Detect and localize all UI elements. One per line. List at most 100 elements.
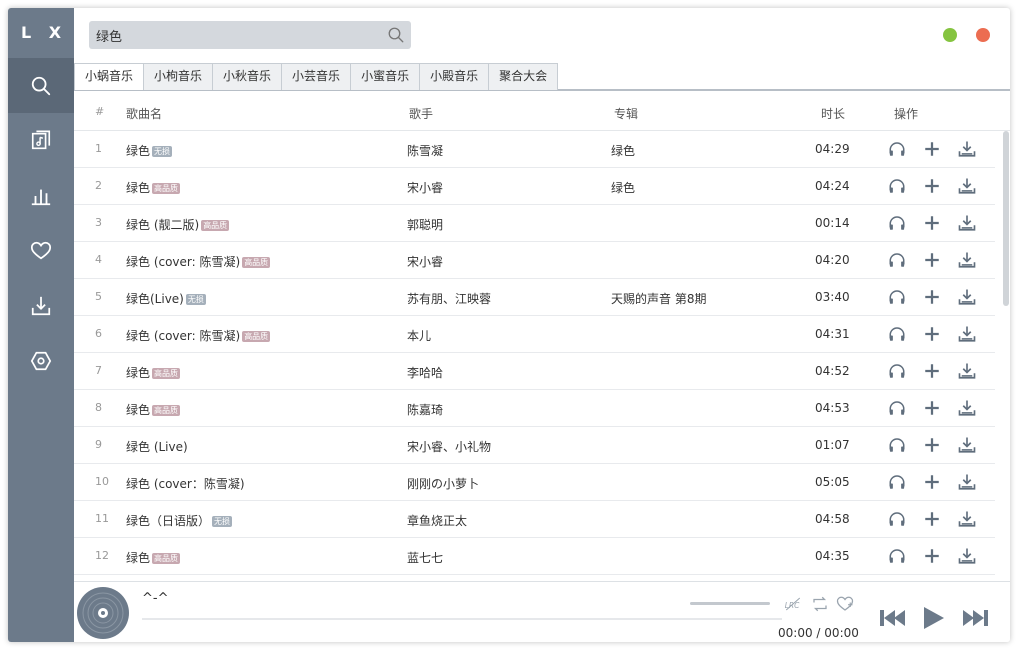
- tab-source-1[interactable]: 小蜗音乐: [74, 63, 145, 90]
- row-index: 11: [95, 512, 109, 525]
- table-row[interactable]: 2 绿色 高品质 宋小睿 绿色 04:24: [74, 168, 995, 205]
- song-duration: 04:58: [815, 512, 850, 526]
- table-row[interactable]: 4 绿色 (cover: 陈雪凝) 高品质 宋小睿 04:20: [74, 242, 995, 279]
- scrollbar-thumb[interactable]: [1003, 131, 1009, 306]
- add-icon[interactable]: [923, 473, 941, 491]
- listen-icon[interactable]: [888, 214, 906, 232]
- song-duration: 05:05: [815, 475, 850, 489]
- tab-source-4[interactable]: 小芸音乐: [281, 63, 352, 90]
- listen-icon[interactable]: [888, 325, 906, 343]
- listen-icon[interactable]: [888, 436, 906, 454]
- sidebar-item-search[interactable]: [8, 58, 74, 113]
- listen-icon[interactable]: [888, 547, 906, 565]
- listen-icon[interactable]: [888, 473, 906, 491]
- table-header: # 歌曲名 歌手 专辑 时长 操作: [74, 93, 1010, 131]
- table-row[interactable]: 6 绿色 (cover: 陈雪凝) 高品质 本儿 04:31: [74, 316, 995, 353]
- add-icon[interactable]: [923, 510, 941, 528]
- row-index: 3: [95, 216, 102, 229]
- sidebar-item-leaderboard[interactable]: [8, 168, 74, 223]
- listen-icon[interactable]: [888, 177, 906, 195]
- song-duration: 03:40: [815, 290, 850, 304]
- album-disc-icon[interactable]: [76, 586, 130, 640]
- add-icon[interactable]: [923, 288, 941, 306]
- tab-source-aggregate[interactable]: 聚合大会: [488, 63, 559, 90]
- add-icon[interactable]: [923, 399, 941, 417]
- table-row[interactable]: 12 绿色 高品质 蓝七七 04:35: [74, 538, 995, 575]
- download-icon[interactable]: [958, 251, 976, 269]
- row-actions: [888, 362, 984, 382]
- download-icon[interactable]: [958, 436, 976, 454]
- tab-source-6[interactable]: 小殿音乐: [419, 63, 490, 90]
- tab-source-3[interactable]: 小秋音乐: [212, 63, 283, 90]
- header-index: #: [95, 105, 105, 118]
- table-row[interactable]: 8 绿色 高品质 陈嘉琦 04:53: [74, 390, 995, 427]
- download-icon[interactable]: [958, 399, 976, 417]
- progress-bar[interactable]: [142, 618, 782, 620]
- sidebar-item-favorite[interactable]: [8, 223, 74, 278]
- lyrics-toggle-icon[interactable]: LRC: [784, 595, 802, 613]
- download-icon[interactable]: [958, 473, 976, 491]
- download-icon[interactable]: [958, 177, 976, 195]
- add-icon[interactable]: [923, 547, 941, 565]
- table-row[interactable]: 10 绿色 (cover：陈雪凝) 刚刚の小萝卜 05:05: [74, 464, 995, 501]
- add-icon[interactable]: [923, 214, 941, 232]
- download-icon[interactable]: [958, 140, 976, 158]
- table-row[interactable]: 9 绿色 (Live) 宋小睿、小礼物 01:07: [74, 427, 995, 464]
- table-row[interactable]: 1 绿色 无损 陈雪凝 绿色 04:29: [74, 131, 995, 168]
- listen-icon[interactable]: [888, 510, 906, 528]
- tab-source-5[interactable]: 小蜜音乐: [350, 63, 421, 90]
- table-row[interactable]: 7 绿色 高品质 李哈哈 04:52: [74, 353, 995, 390]
- listen-icon[interactable]: [888, 140, 906, 158]
- scrollbar[interactable]: [1003, 131, 1009, 581]
- song-duration: 04:35: [815, 549, 850, 563]
- close-button[interactable]: [976, 28, 990, 42]
- quality-badge: 高品质: [152, 405, 181, 416]
- add-icon[interactable]: [923, 436, 941, 454]
- search-icon[interactable]: [387, 26, 405, 44]
- song-name: 绿色(Live) 无损: [126, 290, 206, 307]
- sidebar-item-download[interactable]: [8, 278, 74, 333]
- listen-icon[interactable]: [888, 362, 906, 380]
- next-track-icon[interactable]: [960, 604, 990, 632]
- sidebar-item-songlist[interactable]: [8, 113, 74, 168]
- previous-track-icon[interactable]: [878, 604, 908, 632]
- table-row[interactable]: 5 绿色(Live) 无损 苏有朋、江映蓉 天赐的声音 第8期 03:40: [74, 279, 995, 316]
- download-icon[interactable]: [958, 288, 976, 306]
- singer-name: 陈嘉琦: [407, 403, 444, 417]
- add-icon[interactable]: [923, 140, 941, 158]
- table-row[interactable]: 11 绿色（日语版） 无损 章鱼烧正太 04:58: [74, 501, 995, 538]
- song-name-text: 绿色 (靓二版): [126, 218, 200, 232]
- add-icon[interactable]: [923, 177, 941, 195]
- download-icon[interactable]: [958, 325, 976, 343]
- listen-icon[interactable]: [888, 399, 906, 417]
- row-actions: [888, 288, 984, 308]
- add-icon[interactable]: [923, 325, 941, 343]
- song-duration: 04:24: [815, 179, 850, 193]
- song-duration: 04:53: [815, 401, 850, 415]
- repeat-icon[interactable]: [811, 595, 829, 613]
- sidebar-item-settings[interactable]: [8, 333, 74, 388]
- listen-icon[interactable]: [888, 288, 906, 306]
- source-tabs: 小蜗音乐 小枸音乐 小秋音乐 小芸音乐 小蜜音乐 小殿音乐 聚合大会: [74, 63, 1010, 91]
- row-actions: [888, 140, 984, 160]
- download-icon[interactable]: [958, 214, 976, 232]
- listen-icon[interactable]: [888, 251, 906, 269]
- tab-source-2[interactable]: 小枸音乐: [143, 63, 214, 90]
- search-box[interactable]: [89, 21, 411, 49]
- table-row[interactable]: 3 绿色 (靓二版) 高品质 郭聪明 00:14: [74, 205, 995, 242]
- singer-name: 郭聪明: [407, 218, 444, 232]
- play-icon[interactable]: [920, 604, 946, 632]
- add-favorite-icon[interactable]: [836, 595, 854, 613]
- volume-slider[interactable]: [690, 602, 770, 605]
- search-input[interactable]: [89, 21, 369, 49]
- download-icon[interactable]: [958, 547, 976, 565]
- search-icon: [31, 76, 51, 95]
- add-icon[interactable]: [923, 251, 941, 269]
- header-duration: 时长: [821, 107, 846, 121]
- settings-icon: [30, 351, 52, 370]
- minimize-button[interactable]: [943, 28, 957, 42]
- add-icon[interactable]: [923, 362, 941, 380]
- song-name-text: 绿色（日语版）: [126, 514, 211, 528]
- download-icon[interactable]: [958, 362, 976, 380]
- download-icon[interactable]: [958, 510, 976, 528]
